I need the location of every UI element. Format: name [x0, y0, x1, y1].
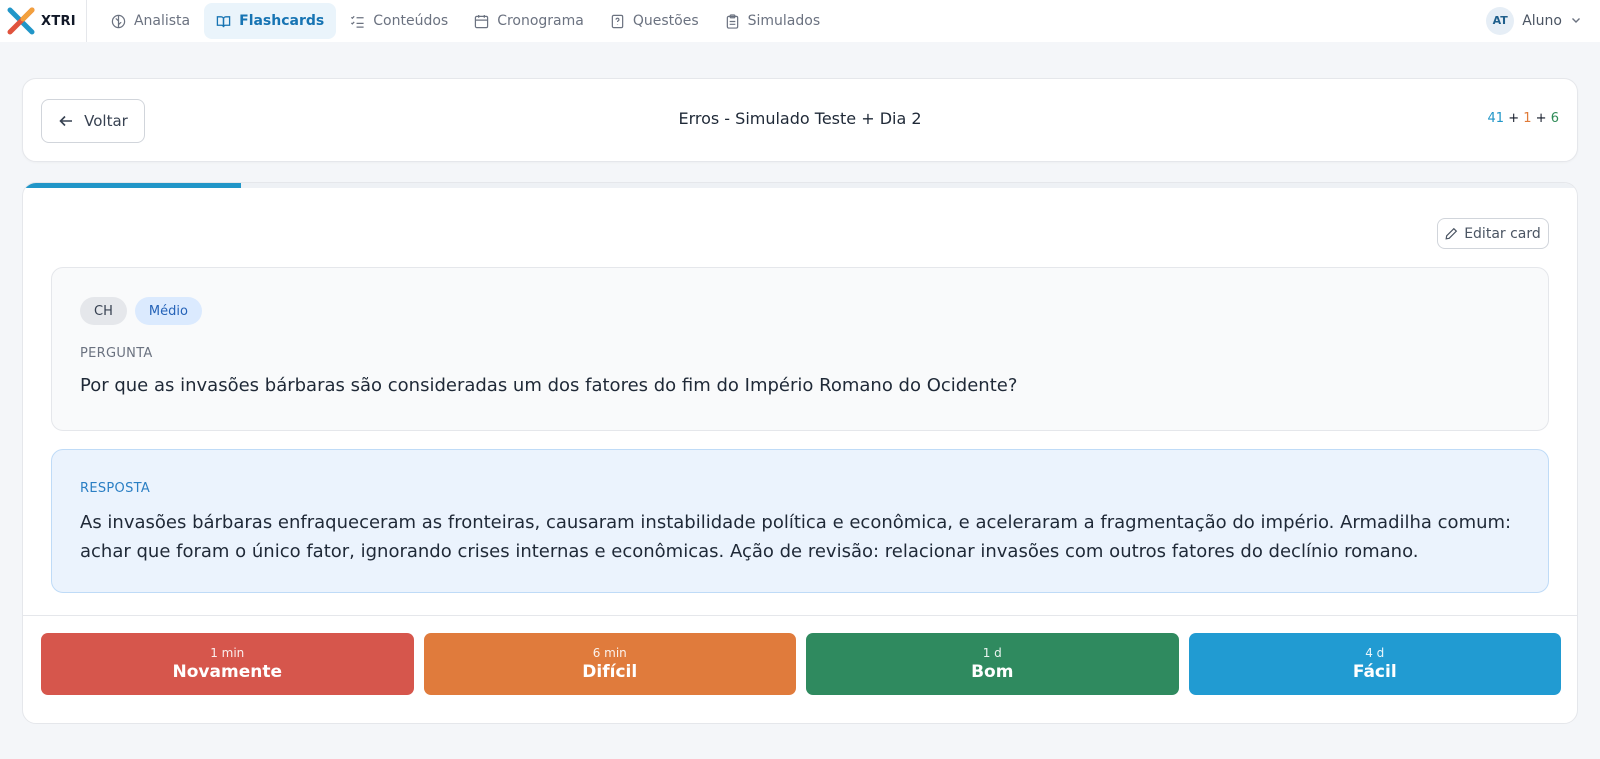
nav-item-simulados[interactable]: Simulados: [713, 3, 833, 39]
clipboard-icon: [726, 13, 738, 29]
rate-hard-button[interactable]: 6 min Difícil: [423, 633, 796, 695]
list-check-icon: [351, 15, 364, 28]
nav-label: Analista: [133, 13, 191, 29]
nav-label: Questões: [632, 13, 699, 29]
count-separator: +: [1535, 111, 1547, 126]
nav-item-analista[interactable]: Analista: [99, 3, 202, 39]
pencil-icon: [1445, 227, 1458, 240]
difficulty-badge: Médio: [134, 297, 202, 325]
rate-interval: 1 min: [210, 646, 245, 660]
session-header: Voltar Erros - Simulado Teste + Dia 2 41…: [22, 78, 1578, 162]
answer-label: RESPOSTA: [80, 481, 151, 496]
count-separator: +: [1508, 111, 1520, 126]
rate-label: Novamente: [172, 662, 282, 682]
avatar: AT: [1486, 6, 1515, 35]
top-navbar: XTRI Analista Flashcards Conteúdos Crono…: [0, 0, 1600, 42]
brand-name: XTRI: [41, 13, 76, 29]
count-learning: 1: [1523, 111, 1532, 126]
nav-label: Conteúdos: [373, 13, 449, 29]
rate-interval: 6 min: [592, 646, 627, 660]
brain-icon: [111, 14, 126, 28]
nav-label: Flashcards: [239, 13, 325, 29]
rate-interval: 1 d: [982, 646, 1002, 660]
card-tags: CH Médio: [80, 297, 202, 325]
question-label: PERGUNTA: [80, 346, 153, 361]
count-new: 41: [1487, 111, 1505, 126]
rate-good-button[interactable]: 1 d Bom: [806, 633, 1179, 695]
rate-easy-button[interactable]: 4 d Fácil: [1188, 633, 1561, 695]
flashcard-panel: Editar card CH Médio PERGUNTA Por que as…: [22, 182, 1578, 724]
answer-section: RESPOSTA As invasões bárbaras enfraquece…: [51, 449, 1549, 593]
edit-card-label: Editar card: [1464, 225, 1541, 242]
count-review: 6: [1550, 111, 1559, 126]
rate-label: Bom: [971, 662, 1014, 682]
rate-label: Fácil: [1352, 662, 1397, 682]
nav-item-flashcards[interactable]: Flashcards: [204, 3, 337, 39]
subject-badge: CH: [80, 297, 127, 325]
rating-buttons: 1 min Novamente 6 min Difícil 1 d Bom 4 …: [41, 633, 1561, 695]
chevron-down-icon: [1570, 11, 1582, 30]
card-counts: 41 + 1 + 6: [1488, 111, 1559, 126]
user-name: Aluno: [1522, 12, 1562, 29]
divider: [23, 615, 1577, 616]
book-open-icon: [216, 15, 231, 27]
question-section: CH Médio PERGUNTA Por que as invasões bá…: [51, 267, 1549, 431]
rate-again-button[interactable]: 1 min Novamente: [41, 633, 414, 695]
rate-label: Difícil: [582, 662, 638, 682]
calendar-icon: [474, 14, 489, 28]
progress-bar: [23, 183, 1577, 188]
nav-label: Simulados: [747, 13, 821, 29]
progress-fill: [23, 183, 241, 188]
user-menu[interactable]: AT Aluno: [1486, 5, 1582, 36]
question-text: Por que as invasões bárbaras são conside…: [80, 375, 1018, 396]
xtri-logo-icon: [7, 7, 35, 35]
file-question-icon: [611, 14, 624, 28]
nav-label: Cronograma: [497, 13, 584, 29]
nav-item-questoes[interactable]: Questões: [598, 3, 711, 39]
edit-card-button[interactable]: Editar card: [1437, 218, 1549, 249]
nav-item-conteudos[interactable]: Conteúdos: [338, 3, 460, 39]
rate-interval: 4 d: [1365, 646, 1385, 660]
brand-logo[interactable]: XTRI: [0, 0, 87, 42]
answer-text: As invasões bárbaras enfraqueceram as fr…: [80, 512, 1512, 562]
deck-title: Erros - Simulado Teste + Dia 2: [678, 109, 922, 128]
nav-item-cronograma[interactable]: Cronograma: [462, 3, 596, 39]
